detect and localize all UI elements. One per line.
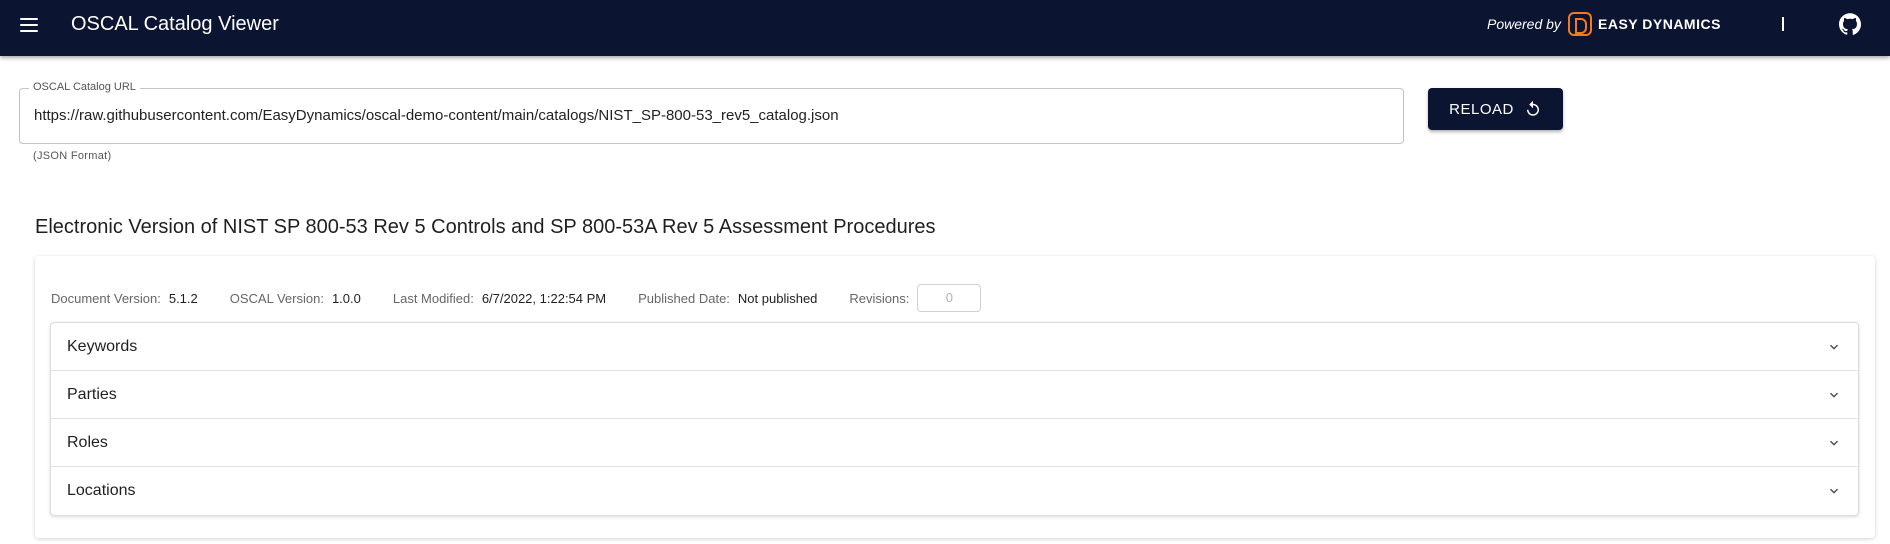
document-version-label: Document Version:	[51, 290, 161, 306]
oscal-version: OSCAL Version: 1.0.0	[230, 291, 361, 306]
powered-by-label: Powered by	[1487, 16, 1561, 32]
published-date: Published Date: Not published	[638, 291, 817, 306]
brand-name: EASY DYNAMICS	[1598, 16, 1721, 32]
section-roles[interactable]: Roles	[51, 419, 1858, 467]
catalog-metadata-card: Document Version: 5.1.2 OSCAL Version: 1…	[35, 256, 1875, 538]
revisions: Revisions: 0	[849, 284, 982, 312]
catalog-url-input[interactable]	[34, 107, 1384, 124]
last-modified-value: 6/7/2022, 1:22:54 PM	[481, 290, 607, 306]
section-parties[interactable]: Parties	[51, 371, 1858, 419]
catalog-url-label: OSCAL Catalog URL	[29, 81, 140, 93]
revisions-count-button[interactable]: 0	[917, 284, 982, 312]
reload-button[interactable]: RELOAD	[1428, 88, 1563, 130]
document-version-value: 5.1.2	[168, 290, 198, 306]
catalog-sections-accordion: Keywords Parties Roles Locations	[50, 322, 1859, 516]
oscal-version-value: 1.0.0	[331, 290, 361, 306]
chevron-down-icon	[1830, 488, 1838, 494]
section-locations[interactable]: Locations	[51, 467, 1858, 515]
app-title: OSCAL Catalog Viewer	[71, 13, 279, 35]
metadata-row: Document Version: 5.1.2 OSCAL Version: 1…	[51, 284, 982, 312]
menu-icon[interactable]	[20, 14, 42, 36]
github-icon[interactable]	[1838, 12, 1862, 36]
reload-label: RELOAD	[1449, 100, 1514, 118]
chevron-down-icon	[1830, 440, 1838, 446]
section-label: Parties	[67, 385, 117, 403]
catalog-url-field[interactable]: OSCAL Catalog URL	[19, 81, 1404, 144]
section-label: Locations	[67, 482, 136, 499]
published-date-label: Published Date:	[638, 290, 730, 306]
revisions-label: Revisions:	[849, 290, 910, 306]
catalog-title: Electronic Version of NIST SP 800-53 Rev…	[35, 216, 936, 238]
refresh-icon	[1526, 100, 1539, 116]
document-version: Document Version: 5.1.2	[51, 291, 198, 306]
easy-dynamics-logo[interactable]: EASY DYNAMICS	[1568, 12, 1721, 36]
chevron-down-icon	[1830, 392, 1838, 398]
section-label: Keywords	[67, 337, 138, 355]
last-modified: Last Modified: 6/7/2022, 1:22:54 PM	[393, 291, 606, 306]
published-date-value: Not published	[737, 290, 818, 306]
app-bar: OSCAL Catalog Viewer Powered by EASY DYN…	[0, 0, 1890, 56]
chevron-down-icon	[1830, 344, 1838, 350]
easy-dynamics-mark-icon	[1568, 12, 1592, 36]
section-keywords[interactable]: Keywords	[51, 323, 1858, 371]
catalog-url-helper: (JSON Format)	[33, 150, 112, 162]
section-label: Roles	[67, 433, 108, 451]
oscal-version-label: OSCAL Version:	[229, 290, 324, 306]
appbar-divider	[1782, 17, 1784, 31]
last-modified-label: Last Modified:	[392, 290, 474, 306]
